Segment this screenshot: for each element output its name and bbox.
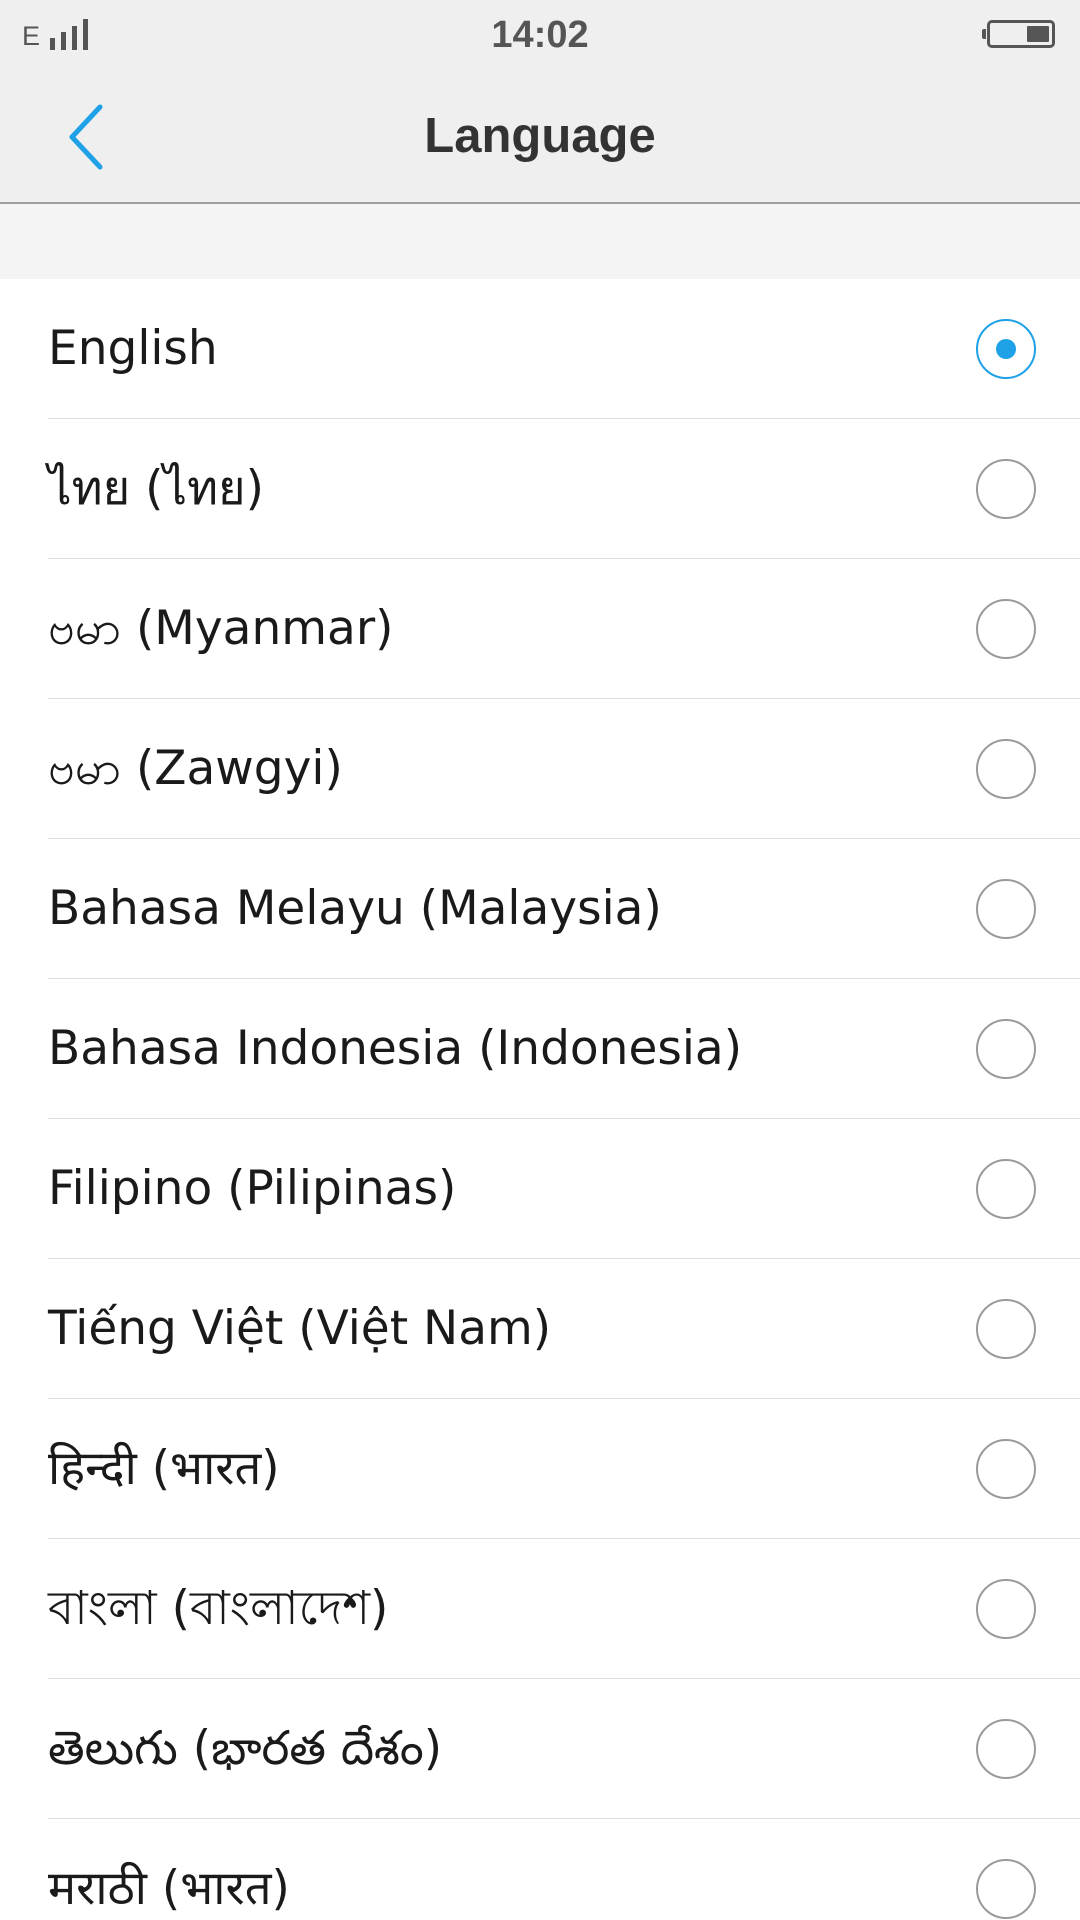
language-option[interactable]: ဗမာ (Zawgyi) bbox=[48, 699, 1080, 839]
radio-unselected-icon[interactable] bbox=[976, 1299, 1036, 1359]
language-label: English bbox=[48, 321, 218, 376]
page-title: Language bbox=[424, 109, 656, 163]
radio-selected-icon[interactable] bbox=[976, 319, 1036, 379]
app-header: Language bbox=[0, 70, 1080, 204]
language-label: मराठी (भारत) bbox=[48, 1861, 290, 1916]
language-option[interactable]: मराठी (भारत) bbox=[48, 1819, 1080, 1920]
status-time: 14:02 bbox=[491, 14, 589, 56]
language-option[interactable]: Bahasa Melayu (Malaysia) bbox=[48, 839, 1080, 979]
radio-unselected-icon[interactable] bbox=[976, 1859, 1036, 1919]
language-option[interactable]: ไทย (ไทย) bbox=[48, 419, 1080, 559]
radio-dot-icon bbox=[996, 339, 1016, 359]
radio-unselected-icon[interactable] bbox=[976, 1439, 1036, 1499]
language-label: ไทย (ไทย) bbox=[48, 461, 264, 516]
language-label: हिन्दी (भारत) bbox=[48, 1441, 280, 1496]
battery-icon bbox=[982, 20, 1055, 48]
radio-unselected-icon[interactable] bbox=[976, 599, 1036, 659]
language-option[interactable]: Filipino (Pilipinas) bbox=[48, 1119, 1080, 1259]
radio-unselected-icon[interactable] bbox=[976, 1159, 1036, 1219]
language-option[interactable]: తెలుగు (భారత దేశం) bbox=[48, 1679, 1080, 1819]
battery-level bbox=[1027, 26, 1049, 42]
language-option[interactable]: English bbox=[48, 279, 1080, 419]
language-label: తెలుగు (భారత దేశం) bbox=[48, 1721, 443, 1776]
radio-unselected-icon[interactable] bbox=[976, 1019, 1036, 1079]
language-label: ဗမာ (Myanmar) bbox=[48, 601, 394, 656]
language-label: Bahasa Indonesia (Indonesia) bbox=[48, 1021, 743, 1076]
language-label: বাংলা (বাংলাদেশ) bbox=[48, 1581, 389, 1636]
language-label: Bahasa Melayu (Malaysia) bbox=[48, 881, 662, 936]
language-list: English ไทย (ไทย) ဗမာ (Myanmar) ဗမာ (Zawgyi… bbox=[0, 279, 1080, 1920]
language-label: Tiếng Việt (Việt Nam) bbox=[48, 1301, 552, 1356]
radio-unselected-icon[interactable] bbox=[976, 1719, 1036, 1779]
radio-unselected-icon[interactable] bbox=[976, 739, 1036, 799]
language-option[interactable]: বাংলা (বাংলাদেশ) bbox=[48, 1539, 1080, 1679]
language-option[interactable]: Bahasa Indonesia (Indonesia) bbox=[48, 979, 1080, 1119]
radio-unselected-icon[interactable] bbox=[976, 879, 1036, 939]
section-spacer bbox=[0, 204, 1080, 279]
language-option[interactable]: Tiếng Việt (Việt Nam) bbox=[48, 1259, 1080, 1399]
language-option[interactable]: ဗမာ (Myanmar) bbox=[48, 559, 1080, 699]
radio-unselected-icon[interactable] bbox=[976, 459, 1036, 519]
language-label: Filipino (Pilipinas) bbox=[48, 1161, 457, 1216]
language-label: ဗမာ (Zawgyi) bbox=[48, 741, 343, 796]
radio-unselected-icon[interactable] bbox=[976, 1579, 1036, 1639]
language-option[interactable]: हिन्दी (भारत) bbox=[48, 1399, 1080, 1539]
status-bar: E 14:02 bbox=[0, 0, 1080, 70]
